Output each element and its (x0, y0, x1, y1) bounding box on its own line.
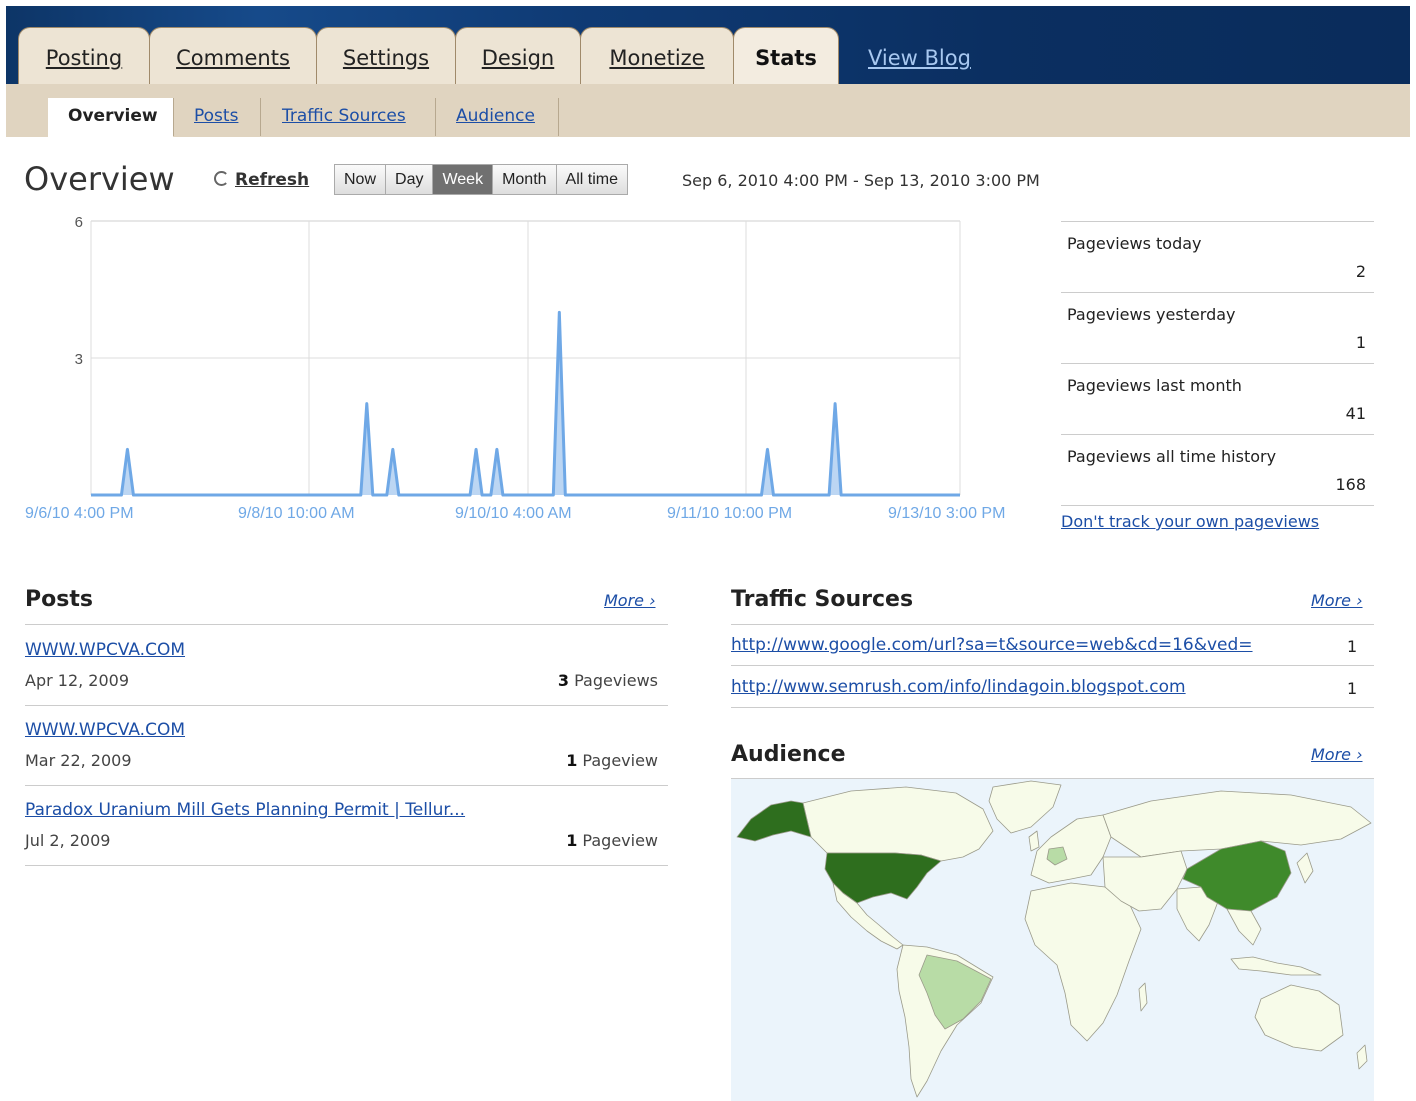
chart-x-tick: 9/10/10 4:00 AM (455, 505, 572, 522)
stat-value: 41 (1345, 404, 1366, 423)
stat-value: 2 (1355, 262, 1366, 281)
subnav-traffic-sources[interactable]: Traffic Sources (282, 106, 406, 126)
divider (731, 624, 1374, 625)
traffic-source-link[interactable]: http://www.semrush.com/info/lindagoin.bl… (731, 677, 1186, 697)
stat-all-time: Pageviews all time history 168 (1061, 434, 1374, 506)
subnav-audience[interactable]: Audience (456, 106, 535, 126)
post-title-link[interactable]: Paradox Uranium Mill Gets Planning Permi… (25, 800, 465, 820)
tab-stats[interactable]: Stats (733, 27, 839, 84)
map-uk (1028, 830, 1040, 852)
stat-label: Pageviews yesterday (1067, 305, 1236, 324)
post-title-link[interactable]: WWW.WPCVA.COM (25, 640, 185, 660)
stat-yesterday: Pageviews yesterday 1 (1061, 292, 1374, 363)
divider (25, 624, 668, 625)
dont-track-link[interactable]: Don't track your own pageviews (1061, 512, 1319, 531)
map-canada (802, 786, 994, 862)
posts-section-title: Posts (25, 587, 93, 612)
audience-section-title: Audience (731, 742, 846, 767)
pageviews-chart: 6 3 9/6/10 4:00 PM 9/8/10 10:00 AM 9/10/10 4… (0, 205, 1050, 535)
post-date: Mar 22, 2009 (25, 751, 132, 770)
page-title: Overview (24, 160, 175, 198)
tab-settings[interactable]: Settings (316, 27, 456, 84)
traffic-source-count: 1 (1347, 679, 1358, 698)
subnav-posts[interactable]: Posts (194, 106, 238, 126)
top-tab-bar: Posting Comments Settings Design Monetiz… (6, 6, 1410, 84)
traffic-source-count: 1 (1347, 637, 1358, 656)
map-europe (1030, 814, 1112, 884)
stat-label: Pageviews all time history (1067, 447, 1277, 466)
divider (25, 705, 668, 706)
stat-value: 1 (1355, 333, 1366, 352)
refresh-button[interactable]: Refresh (214, 170, 309, 190)
post-date: Apr 12, 2009 (25, 671, 130, 690)
post-title-link[interactable]: WWW.WPCVA.COM (25, 720, 185, 740)
refresh-icon (214, 171, 229, 186)
range-selector: Now Day Week Month All time (334, 164, 628, 195)
stat-label: Pageviews today (1067, 234, 1202, 253)
divider (731, 665, 1374, 666)
map-japan (1296, 852, 1314, 884)
date-range-label: Sep 6, 2010 4:00 PM - Sep 13, 2010 3:00 … (682, 171, 1040, 190)
stat-value: 168 (1335, 475, 1366, 494)
divider (25, 785, 668, 786)
range-day-button[interactable]: Day (386, 165, 434, 194)
posts-more-link[interactable]: More › (604, 591, 656, 610)
chart-x-tick: 9/6/10 4:00 PM (25, 505, 134, 522)
post-pageviews: 1 Pageview (566, 751, 658, 770)
divider (731, 707, 1374, 708)
map-africa (1024, 882, 1142, 1042)
view-blog-link[interactable]: View Blog (868, 46, 971, 70)
chart-y-tick: 6 (75, 214, 83, 231)
stats-subnav: Overview Posts Traffic Sources Audience (6, 84, 1410, 137)
map-new-zealand (1356, 1044, 1368, 1070)
stat-last-month: Pageviews last month 41 (1061, 363, 1374, 434)
tab-monetize[interactable]: Monetize (580, 27, 734, 84)
tab-comments[interactable]: Comments (149, 27, 317, 84)
post-pageviews: 1 Pageview (566, 831, 658, 850)
range-alltime-button[interactable]: All time (556, 165, 627, 194)
tab-design[interactable]: Design (455, 27, 581, 84)
map-alaska (736, 800, 812, 842)
map-indonesia (1230, 956, 1322, 976)
map-greenland (988, 780, 1062, 834)
pageviews-chart-svg: 6 3 9/6/10 4:00 PM 9/8/10 10:00 AM 9/10/10 4… (25, 214, 1005, 522)
post-pageviews: 3 Pageviews (557, 671, 658, 690)
subnav-overview[interactable]: Overview (68, 106, 158, 126)
audience-world-map[interactable] (731, 779, 1374, 1101)
map-madagascar (1138, 982, 1148, 1012)
chart-x-tick: 9/13/10 3:00 PM (888, 505, 1005, 522)
chart-series-line (91, 310, 960, 497)
chart-x-tick: 9/11/10 10:00 PM (667, 505, 792, 522)
post-date: Jul 2, 2009 (25, 831, 111, 850)
world-map-svg (736, 780, 1372, 1098)
range-now-button[interactable]: Now (335, 165, 387, 194)
stat-today: Pageviews today 2 (1061, 221, 1374, 292)
traffic-more-link[interactable]: More › (1311, 591, 1363, 610)
pageview-stats: Pageviews today 2 Pageviews yesterday 1 … (1061, 221, 1374, 506)
map-australia (1254, 984, 1344, 1052)
range-week-button[interactable]: Week (433, 165, 494, 194)
stat-label: Pageviews last month (1067, 376, 1242, 395)
traffic-section-title: Traffic Sources (731, 587, 914, 612)
chart-x-tick: 9/8/10 10:00 AM (238, 505, 355, 522)
divider (25, 865, 668, 866)
traffic-source-link[interactable]: http://www.google.com/url?sa=t&source=we… (731, 635, 1253, 655)
range-month-button[interactable]: Month (493, 165, 557, 194)
audience-more-link[interactable]: More › (1311, 745, 1363, 764)
chart-y-tick: 3 (75, 351, 83, 368)
map-se-asia (1226, 908, 1262, 946)
tab-posting[interactable]: Posting (18, 27, 150, 84)
